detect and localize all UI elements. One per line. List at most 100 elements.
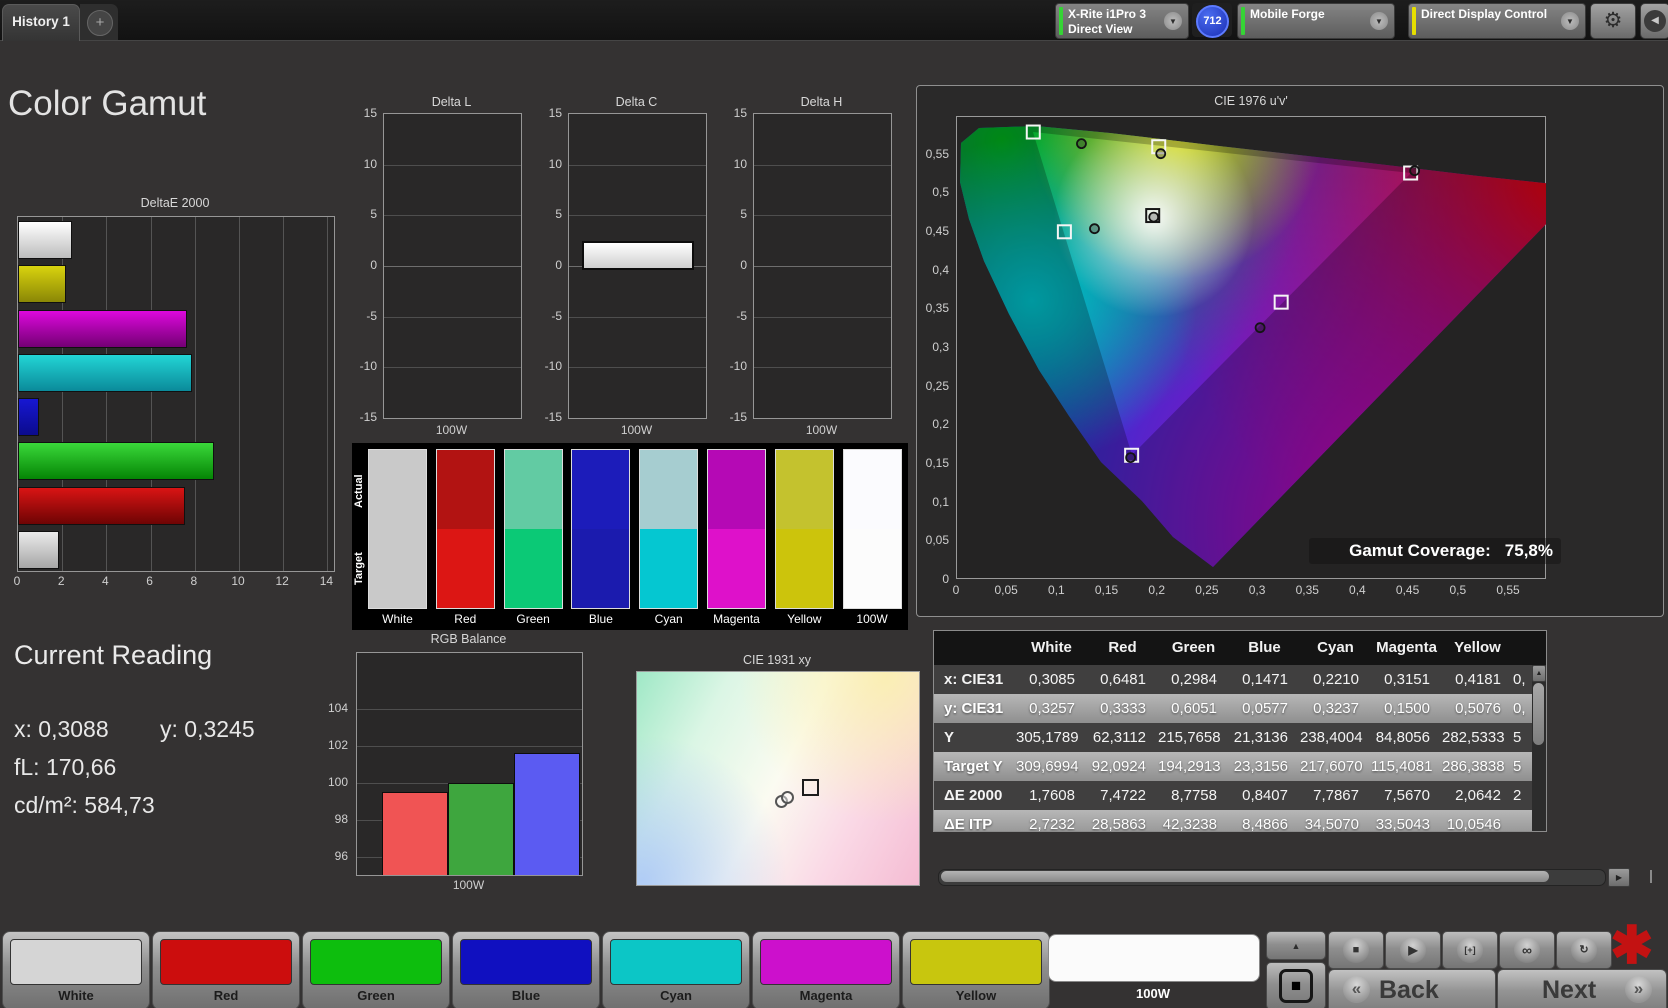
cie1931-title: CIE 1931 xy [742,653,812,667]
y-tick-label: 15 [548,106,562,120]
step-button[interactable]: [+] [1442,931,1498,969]
cell: 7,4722 [1100,787,1146,804]
measured-marker-white [1148,211,1160,223]
cell: 0,2210 [1313,671,1359,688]
table-vertical-scrollbar[interactable]: ▲ [1532,665,1546,831]
top-bar: History 1 + X-Rite i1Pro 3 Direct View ▼… [0,0,1668,41]
cell: 0,8407 [1242,787,1288,804]
repeat-button[interactable]: ↻ [1556,931,1612,969]
delta-h-chart: Delta H 15 10 5 0 -5 -10 -15 100W [719,95,894,440]
swatch-columns: White Red Green Blue Cyan Magenta Yellow 100W [352,443,908,630]
bar-100w [18,221,73,259]
gridline [569,316,706,318]
gridline [754,164,891,166]
next-label: Next [1542,976,1597,1004]
pattern-label: Cyan [660,988,692,1003]
y-tick-label: 10 [733,156,747,171]
gridline [384,367,521,369]
target-swatch [369,529,426,608]
gridline [239,217,240,571]
cell: 42,3238 [1162,816,1217,832]
y-tick-label: 0,35 [925,301,949,316]
column-header [934,631,1016,665]
measured-marker-blue [1125,452,1137,463]
scroll-up-icon[interactable]: ▲ [1532,665,1546,682]
pattern-button-cyan[interactable]: Cyan [602,931,750,1008]
chevron-down-icon[interactable]: ▼ [1370,12,1388,30]
actual-swatch [640,450,698,529]
y-tick-label: 0 [740,258,747,272]
gridline [754,316,891,318]
gridline [384,215,521,217]
pattern-button-red[interactable]: Red [152,931,300,1008]
tab-history-1[interactable]: History 1 [2,4,80,41]
add-tab-button[interactable]: + [80,4,118,40]
cie1976-chart: CIE 1976 u'v' 0,55 0,5 0,45 0,4 0,35 0,3… [916,85,1664,617]
x-tick-label: 0,5 [1449,583,1467,597]
chevron-down-icon[interactable]: ▼ [1164,12,1182,30]
cell: 2,7232 [1029,816,1075,832]
pattern-button-green[interactable]: Green [302,931,450,1008]
x-tick-label: 12 [275,574,289,588]
settings-button[interactable]: ⚙ [1590,3,1636,39]
pattern-window-button[interactable]: ■ [1266,962,1326,1008]
pattern-button-magenta[interactable]: Magenta [752,931,900,1008]
cell: 238,4004 [1300,729,1363,746]
meter-dropdown[interactable]: X-Rite i1Pro 3 Direct View ▼ [1055,3,1189,39]
alert-asterisk-icon: ✱ [1610,917,1654,975]
display-control-dropdown[interactable]: Direct Display Control ▼ [1408,3,1586,39]
stop-button[interactable]: ■ [1328,931,1384,969]
x-tick-label: 0,05 [994,583,1018,597]
scroll-thumb[interactable] [941,871,1549,882]
swatch-label: Green [516,612,550,626]
deltae2000-chart: DeltaE 2000 0 2 4 6 8 10 12 14 [14,196,335,596]
cell: 0,5076 [1455,700,1501,717]
x-tick-label: 0,25 [1195,583,1219,597]
cell: 305,1789 [1016,729,1079,746]
swatch-label: Blue [588,612,613,626]
cell: 282,5333 [1442,729,1505,746]
gridline [569,164,706,166]
x-tick-label: 0,35 [1295,583,1319,597]
row-label: ΔE 2000 [944,787,1003,804]
arrow-up-icon: ▲ [1291,940,1301,951]
measure-icon: ▶ [1400,937,1426,963]
pattern-label: Green [357,988,395,1003]
next-button[interactable]: Next » [1497,969,1667,1008]
cell: 5 [1513,758,1522,775]
back-button[interactable]: « Back [1328,969,1496,1008]
pattern-label: Yellow [955,988,997,1003]
y-tick-label: -10 [729,359,747,374]
measure-button[interactable]: ▶ [1385,931,1441,969]
scroll-thumb[interactable] [1533,683,1544,745]
swatch-column-green [503,449,563,609]
pattern-button-yellow[interactable]: Yellow [902,931,1050,1008]
pattern-button-white[interactable]: White [2,931,150,1008]
bar-red [18,486,186,525]
bar-green [18,442,214,481]
x-axis-ticks: 0 2 4 6 8 10 12 14 [14,574,347,590]
pattern-swatch [760,939,892,985]
swatch-label: Yellow [787,612,822,626]
collapse-panel-button[interactable]: ◀ [1640,3,1668,39]
measured-marker-cyan [1089,223,1100,235]
target-swatch [640,529,698,608]
continuous-button[interactable]: ∞ [1499,931,1555,969]
x-tick-label: 14 [319,574,334,588]
continuous-icon: ∞ [1514,937,1540,963]
source-dropdown[interactable]: Mobile Forge ▼ [1237,3,1395,39]
pattern-window-raise-button[interactable]: ▲ [1266,931,1326,960]
pattern-button-100w[interactable] [1048,934,1260,982]
chevron-down-icon[interactable]: ▼ [1561,12,1579,30]
measured-marker-magenta [1254,322,1266,334]
table-horizontal-scrollbar[interactable] [938,869,1606,886]
gridline [569,215,706,217]
actual-swatch [775,450,833,529]
cell: 34,5070 [1304,816,1359,832]
cell: 0,6051 [1171,700,1217,717]
gamut-coverage: Gamut Coverage: 75,8% [1309,538,1561,564]
pattern-button-blue[interactable]: Blue [452,931,600,1008]
swatch-column-white [368,449,427,609]
scroll-right-icon[interactable]: ▶ [1608,868,1630,887]
x-tick-label: 2 [57,574,65,588]
